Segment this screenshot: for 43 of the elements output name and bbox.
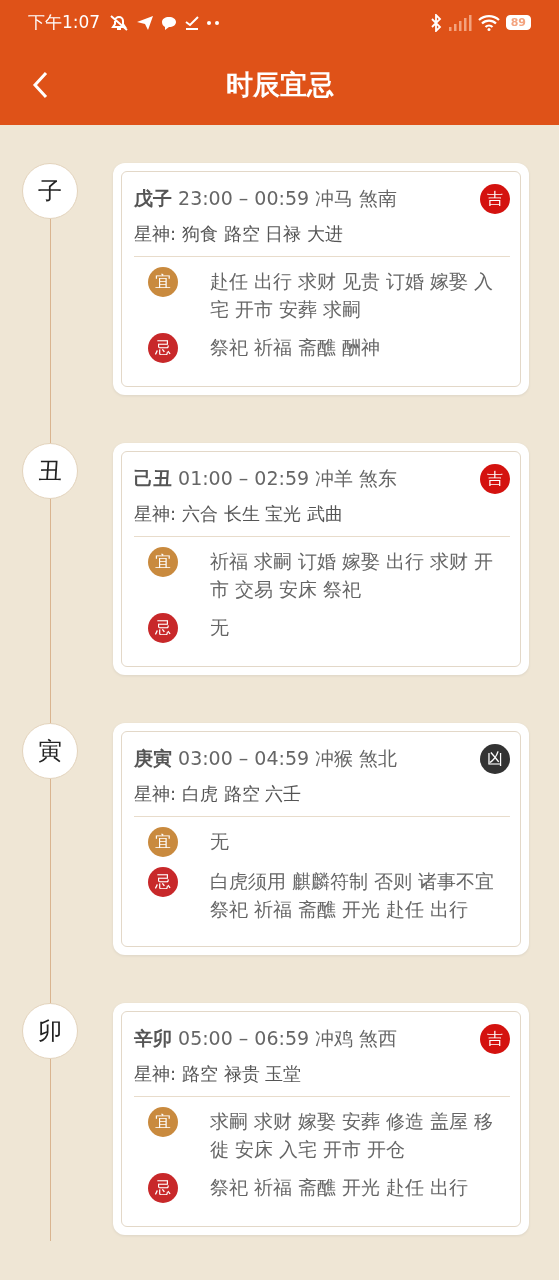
- check-icon: [184, 14, 201, 31]
- branch-node: 子: [22, 163, 78, 219]
- verdict-badge: 吉: [480, 464, 510, 494]
- tag-badge: 忌: [148, 1173, 178, 1203]
- activity-list: 白虎须用 麒麟符制 否则 诸事不宜祭祀 祈福 斋醮 开光 赴任 出行: [210, 867, 510, 923]
- hour-heading: 戊子 23:00 – 00:59 冲马 煞南: [134, 186, 398, 211]
- wifi-icon: [477, 14, 500, 31]
- star-gods: 星神: 狗食 路空 日禄 大进: [134, 222, 344, 246]
- activity-list: 求嗣 求财 嫁娶 安葬 修造 盖屋 移徙 安床 入宅 开市 开仓: [210, 1107, 510, 1163]
- signal-icon: [447, 14, 472, 31]
- hour-heading: 辛卯 05:00 – 06:59 冲鸡 煞西: [134, 1026, 398, 1051]
- battery-indicator: 89: [505, 15, 531, 30]
- hour-heading: 庚寅 03:00 – 04:59 冲猴 煞北: [134, 746, 398, 771]
- tag-badge: 宜: [148, 827, 178, 857]
- more-icon: [206, 19, 221, 26]
- branch-node: 卯: [22, 1003, 78, 1059]
- page-title: 时辰宜忌: [225, 68, 334, 102]
- verdict-badge: 凶: [480, 744, 510, 774]
- status-time: 下午1:07: [28, 11, 101, 34]
- star-gods: 星神: 路空 禄贵 玉堂: [134, 1062, 303, 1086]
- tag-badge: 忌: [148, 613, 178, 643]
- star-gods: 星神: 六合 长生 宝光 武曲: [134, 502, 344, 526]
- tag-badge: 宜: [148, 547, 178, 577]
- send-icon: [136, 14, 155, 31]
- branch-node: 丑: [22, 443, 78, 499]
- chat-icon: [160, 14, 179, 31]
- bluetooth-icon: [429, 13, 442, 32]
- activity-list: 祈福 求嗣 订婚 嫁娶 出行 求财 开市 交易 安床 祭祀: [210, 547, 510, 603]
- back-icon[interactable]: [32, 71, 48, 99]
- tag-badge: 宜: [148, 1107, 178, 1137]
- branch-node: 寅: [22, 723, 78, 779]
- star-gods: 星神: 白虎 路空 六壬: [134, 782, 303, 806]
- verdict-badge: 吉: [480, 184, 510, 214]
- tag-badge: 忌: [148, 867, 178, 897]
- activity-list: 祭祀 祈福 斋醮 酬神: [210, 333, 510, 361]
- activity-list: 赴任 出行 求财 见贵 订婚 嫁娶 入宅 开市 安葬 求嗣: [210, 267, 510, 323]
- activity-list: 祭祀 祈福 斋醮 开光 赴任 出行: [210, 1173, 510, 1201]
- tag-badge: 忌: [148, 333, 178, 363]
- activity-list: 无: [210, 827, 510, 855]
- hour-heading: 己丑 01:00 – 02:59 冲羊 煞东: [134, 466, 398, 491]
- activity-list: 无: [210, 613, 510, 641]
- tag-badge: 宜: [148, 267, 178, 297]
- verdict-badge: 吉: [480, 1024, 510, 1054]
